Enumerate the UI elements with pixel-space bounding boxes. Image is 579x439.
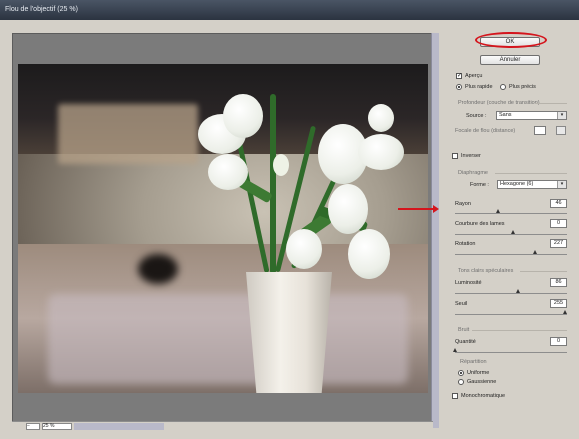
threshold-label: Seuil: [455, 301, 468, 307]
zoom-out-button[interactable]: −: [26, 423, 40, 430]
rotation-field[interactable]: 227: [550, 239, 567, 248]
group-divider: [520, 271, 567, 272]
rotation-slider-track[interactable]: [455, 254, 567, 255]
brightness-label: Luminosité: [455, 280, 482, 286]
uniform-radio[interactable]: [458, 370, 464, 376]
monochromatic-checkbox[interactable]: [452, 393, 458, 399]
preview-checkbox-label: Aperçu: [465, 73, 483, 79]
flower-stem: [270, 94, 276, 274]
depth-map-group-label: Profondeur (couche de transition): [458, 100, 540, 106]
invert-checkbox-label: Inverser: [461, 153, 481, 159]
flower-bloom: [286, 229, 322, 269]
uniform-radio-label: Uniforme: [467, 370, 490, 376]
flower-bloom: [328, 184, 368, 234]
source-label: Source :: [466, 113, 487, 119]
ok-highlight-annotation: [475, 32, 547, 48]
radius-label: Rayon: [455, 201, 471, 207]
focal-distance-field[interactable]: [534, 126, 546, 135]
chevron-down-icon: ▾: [557, 112, 566, 119]
invert-checkbox[interactable]: [452, 153, 458, 159]
focal-distance-label: Focale de flou (distance): [455, 128, 516, 134]
window-title: Flou de l'objectif (25 %): [5, 6, 78, 13]
radius-field[interactable]: 46: [550, 199, 567, 208]
flower-bud: [273, 154, 289, 176]
gaussian-radio[interactable]: [458, 379, 464, 385]
amount-slider-thumb[interactable]: [453, 348, 457, 352]
gaussian-radio-label: Gaussienne: [467, 379, 497, 385]
radius-slider-thumb[interactable]: [496, 209, 500, 213]
flower-bloom: [223, 94, 263, 138]
brightness-slider-track[interactable]: [455, 293, 567, 294]
brightness-field[interactable]: 86: [550, 278, 567, 287]
square-button-icon[interactable]: [556, 126, 566, 135]
more-accurate-radio[interactable]: [500, 84, 506, 90]
threshold-field[interactable]: 255: [550, 299, 567, 308]
source-dropdown-value: Sans: [499, 112, 512, 118]
group-divider: [472, 330, 567, 331]
distribution-label: Répartition: [460, 359, 487, 365]
flower-bloom: [208, 154, 248, 190]
iris-group-label: Diaphragme: [458, 170, 488, 176]
preview-image: [18, 64, 428, 393]
group-divider: [535, 103, 567, 104]
preview-status-bar: − 25 %: [12, 421, 433, 431]
faster-radio-label: Plus rapide: [465, 84, 493, 90]
title-bar: Flou de l'objectif (25 %): [0, 0, 579, 20]
zoom-level[interactable]: 25 %: [42, 423, 72, 430]
chevron-down-icon: ▾: [557, 181, 566, 188]
cancel-button[interactable]: Annuler: [480, 55, 540, 65]
amount-label: Quantité: [455, 339, 476, 345]
source-dropdown[interactable]: Sans ▾: [496, 111, 567, 120]
flower-bloom: [358, 134, 404, 170]
background-object: [138, 254, 178, 284]
flower-bloom: [348, 229, 390, 279]
noise-group-label: Bruit: [458, 327, 470, 333]
rotation-label: Rotation: [455, 241, 476, 247]
preview-vertical-scrollbar[interactable]: [431, 33, 439, 428]
blade-curvature-slider-track[interactable]: [455, 234, 567, 235]
background-rug: [48, 294, 408, 384]
amount-field[interactable]: 0: [550, 337, 567, 346]
shape-dropdown[interactable]: Hexagone (6) ▾: [497, 180, 567, 189]
more-accurate-radio-label: Plus précis: [509, 84, 536, 90]
threshold-slider-thumb[interactable]: [563, 310, 567, 314]
brightness-slider-thumb[interactable]: [516, 289, 520, 293]
faster-radio[interactable]: [456, 84, 462, 90]
monochromatic-checkbox-label: Monochromatique: [461, 393, 506, 399]
flower-bud: [368, 104, 394, 132]
shape-dropdown-value: Hexagone (6): [500, 181, 534, 187]
amount-slider-track[interactable]: [455, 352, 567, 353]
preview-horizontal-scrollbar[interactable]: [74, 423, 164, 430]
lens-blur-dialog: Flou de l'objectif (25 %) − 25 % OK Annu…: [0, 0, 579, 439]
preview-checkbox[interactable]: [456, 72, 462, 79]
blade-curvature-slider-thumb[interactable]: [511, 230, 515, 234]
background-shelf: [58, 104, 198, 164]
rotation-slider-thumb[interactable]: [533, 250, 537, 254]
shape-label: Forme :: [470, 182, 489, 188]
blade-curvature-field[interactable]: 0: [550, 219, 567, 228]
threshold-slider-track[interactable]: [455, 314, 567, 315]
radius-slider-track[interactable]: [455, 213, 567, 214]
vase: [246, 272, 332, 393]
specular-group-label: Tons clairs spéculaires: [458, 268, 514, 274]
group-divider: [495, 173, 567, 174]
blade-curvature-label: Courbure des lames: [455, 221, 505, 227]
red-arrow-annotation: [398, 205, 439, 213]
